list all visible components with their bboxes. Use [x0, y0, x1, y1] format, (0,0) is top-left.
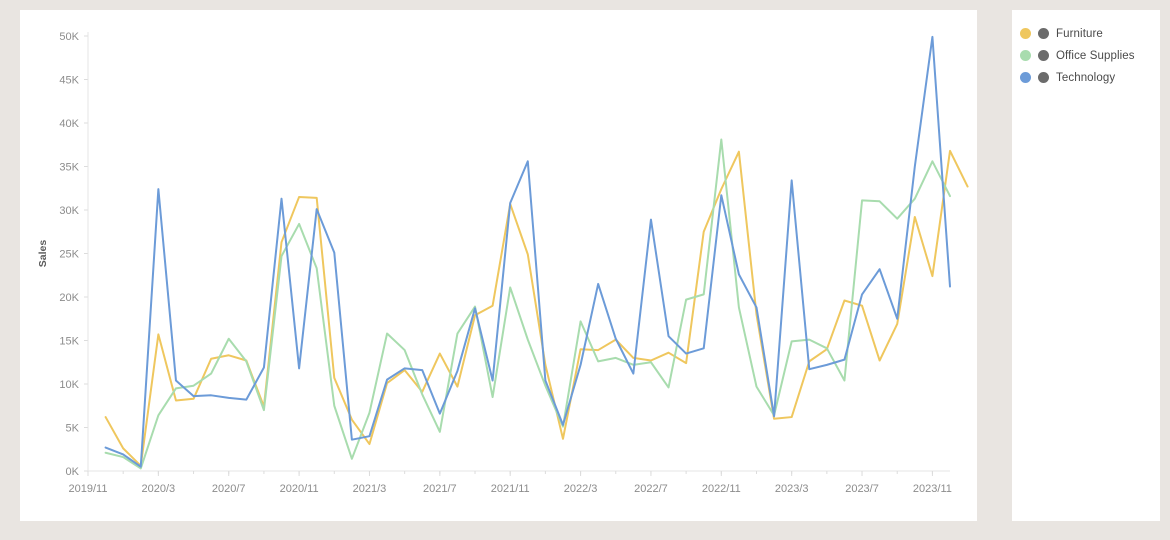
x-axis-tick-label: 2021/3	[353, 483, 387, 495]
legend-item-technology[interactable]: Technology	[1020, 68, 1150, 87]
x-axis-tick-label: 2023/11	[913, 483, 952, 495]
legend-label-technology: Technology	[1056, 71, 1116, 84]
chart-card: 0K 5K 10K 15K 20K 25K 30K 35K 40K 45K 50K Sales 2019…	[20, 10, 977, 521]
x-axis-tick-label: 2022/7	[634, 483, 668, 495]
y-axis-tick-label: 15K	[59, 336, 79, 348]
legend-label-furniture: Furniture	[1056, 27, 1103, 40]
x-axis-tick-label: 2023/3	[775, 483, 809, 495]
x-axis-tick-label: 2022/11	[702, 483, 741, 495]
legend-item-office-supplies[interactable]: Office Supplies	[1020, 46, 1150, 65]
y-axis-tick-label: 40K	[59, 118, 79, 130]
legend-item-furniture[interactable]: Furniture	[1020, 24, 1150, 43]
y-axis-tick-label: 5K	[66, 423, 80, 435]
legend-color-swatch-technology	[1020, 72, 1031, 83]
x-axis-tick-label: 2019/11	[69, 483, 108, 495]
legend-shape-marker-office-supplies	[1038, 50, 1049, 61]
x-axis-tick-label: 2021/11	[491, 483, 530, 495]
sales-line-chart[interactable]: 0K 5K 10K 15K 20K 25K 30K 35K 40K 45K 50K Sales 2019…	[20, 10, 977, 521]
y-axis-tick-label: 30K	[59, 205, 79, 217]
y-axis-title: Sales	[37, 240, 49, 268]
legend-label-office-supplies: Office Supplies	[1056, 49, 1135, 62]
y-axis-tick-label: 10K	[59, 379, 79, 391]
legend-shape-marker-technology	[1038, 72, 1049, 83]
legend-panel: Furniture Office Supplies Technology	[1012, 10, 1160, 521]
x-axis-tick-label: 2023/7	[845, 483, 879, 495]
series-line-office-supplies[interactable]	[104, 138, 951, 470]
y-axis-tick-label: 25K	[59, 249, 79, 261]
legend-color-swatch-furniture	[1020, 28, 1031, 39]
y-axis-tick-label: 0K	[66, 466, 80, 478]
x-axis-tick-label: 2022/3	[564, 483, 598, 495]
series-line-furniture[interactable]	[104, 149, 969, 467]
y-axis-tick-label: 50K	[59, 31, 79, 43]
legend-shape-marker-furniture	[1038, 28, 1049, 39]
x-axis-tick-label: 2021/7	[423, 483, 457, 495]
y-axis-tick-label: 35K	[59, 162, 79, 174]
x-axis-tick-label: 2020/7	[212, 483, 246, 495]
x-axis-tick-label: 2020/3	[142, 483, 176, 495]
legend-color-swatch-office-supplies	[1020, 50, 1031, 61]
y-axis-tick-label: 45K	[59, 75, 79, 87]
chart-page: 0K 5K 10K 15K 20K 25K 30K 35K 40K 45K 50K Sales 2019…	[0, 0, 1170, 540]
y-axis-tick-label: 20K	[59, 292, 79, 304]
x-axis-tick-label: 2020/11	[280, 483, 319, 495]
